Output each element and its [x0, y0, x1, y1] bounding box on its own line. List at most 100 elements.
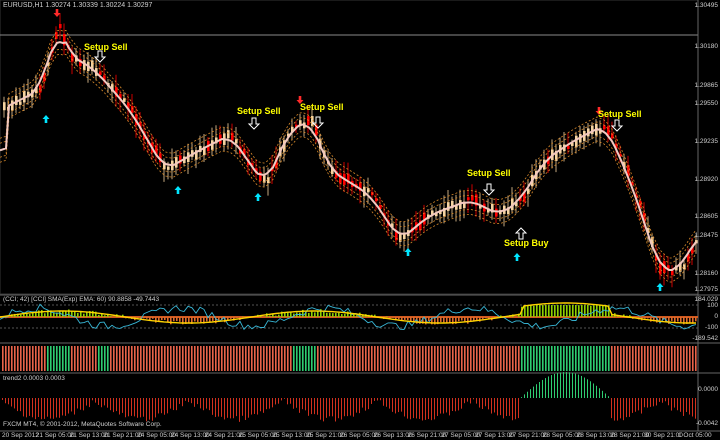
- trend-bar: [230, 398, 231, 419]
- candle-body: [11, 100, 14, 111]
- colorbar-segment: [146, 346, 148, 371]
- colorbar-segment: [371, 346, 373, 371]
- cci-histogram-bar: [77, 313, 79, 317]
- colorbar-segment: [503, 346, 505, 371]
- trend-bar: [401, 398, 402, 412]
- colorbar-segment: [314, 346, 316, 371]
- trend-bar: [116, 398, 117, 412]
- trend-bar: [677, 398, 678, 411]
- colorbar-segment: [308, 346, 310, 371]
- trend-bar: [263, 398, 264, 413]
- cci-histogram-bar: [587, 305, 589, 317]
- colorbar-segment: [665, 346, 667, 371]
- candle-body: [3, 102, 6, 111]
- cci-histogram-bar: [467, 317, 469, 324]
- colorbar-segment: [536, 346, 538, 371]
- cci-histogram-bar: [428, 317, 430, 322]
- trend-bar: [164, 398, 165, 415]
- trend-bar: [656, 398, 657, 406]
- colorbar-segment: [470, 346, 472, 371]
- trend-bar: [482, 398, 483, 409]
- colorbar-segment: [338, 346, 340, 371]
- colorbar-segment: [182, 346, 184, 371]
- trend-bar: [350, 398, 351, 416]
- trend-bar: [617, 398, 618, 421]
- trend-bar: [281, 398, 282, 401]
- cci-histogram-bar: [332, 313, 334, 317]
- trend-bar: [224, 398, 225, 420]
- cci-histogram-bar: [230, 317, 232, 319]
- trend-bar: [692, 398, 693, 417]
- trend-bar: [83, 398, 84, 411]
- colorbar-segment: [29, 346, 31, 371]
- colorbar-segment: [524, 346, 526, 371]
- colorbar-segment: [629, 346, 631, 371]
- trend-bar: [62, 398, 63, 416]
- trend-bar: [650, 398, 651, 407]
- colorbar-segment: [545, 346, 547, 371]
- cci-histogram-bar: [44, 313, 46, 317]
- colorbar-segment: [335, 346, 337, 371]
- colorbar-segment: [389, 346, 391, 371]
- colorbar-segment: [533, 346, 535, 371]
- trend-bar: [170, 398, 171, 409]
- colorbar-segment: [419, 346, 421, 371]
- colorbar-segment: [632, 346, 634, 371]
- colorbar-segment: [449, 346, 451, 371]
- cci-histogram-bar: [110, 316, 112, 317]
- trend-bar: [236, 398, 237, 417]
- colorbar-segment: [446, 346, 448, 371]
- trend-bar: [548, 376, 549, 398]
- colorbar-segment: [635, 346, 637, 371]
- colorbar-segment: [143, 346, 145, 371]
- colorbar-segment: [164, 346, 166, 371]
- trend-bar: [11, 398, 12, 407]
- colorbar-segment: [83, 346, 85, 371]
- price-tick: 1.29550: [694, 100, 719, 107]
- trend-bar: [515, 398, 516, 420]
- trend-bar: [176, 398, 177, 411]
- trend-bar: [221, 398, 222, 417]
- colorbar-segment: [491, 346, 493, 371]
- chart-canvas[interactable]: [0, 0, 720, 440]
- trend-bar: [605, 393, 606, 398]
- colorbar-segment: [176, 346, 178, 371]
- trend-bar: [458, 398, 459, 411]
- colorbar-segment: [104, 346, 106, 371]
- trend-bar: [305, 398, 306, 411]
- trend-bar: [332, 398, 333, 417]
- trend-bar: [23, 398, 24, 417]
- cci-histogram-bar: [689, 317, 691, 323]
- cci-histogram-bar: [329, 312, 331, 317]
- trend-bar: [635, 398, 636, 412]
- trend-bar: [455, 398, 456, 412]
- colorbar-segment: [92, 346, 94, 371]
- trend-bar: [149, 398, 150, 420]
- trend-bar: [242, 398, 243, 416]
- colorbar-segment: [512, 346, 514, 371]
- price-tick: 1.29865: [694, 82, 719, 89]
- cci-histogram-bar: [176, 317, 178, 322]
- cci-tick: -189.542: [692, 335, 718, 342]
- cci-histogram-bar: [173, 317, 175, 322]
- trend-bar: [110, 398, 111, 411]
- colorbar-segment: [653, 346, 655, 371]
- trend-bar: [317, 398, 318, 415]
- cci-histogram-bar: [143, 317, 145, 319]
- trend-bar: [266, 398, 267, 410]
- colorbar-segment: [209, 346, 211, 371]
- cci-histogram-bar: [170, 317, 172, 325]
- colorbar-segment: [587, 346, 589, 371]
- trend-bar: [314, 398, 315, 415]
- cci-histogram-bar: [209, 317, 211, 322]
- colorbar-segment: [539, 346, 541, 371]
- trend-bar: [644, 398, 645, 408]
- trend-bar: [560, 372, 561, 398]
- trend-bar: [425, 398, 426, 420]
- trend-bar: [434, 398, 435, 420]
- time-tick: 20 Sep 2012: [2, 432, 39, 439]
- cci-histogram-bar: [581, 305, 583, 317]
- cci-histogram-bar: [194, 317, 196, 322]
- colorbar-segment: [362, 346, 364, 371]
- colorbar-segment: [668, 346, 670, 371]
